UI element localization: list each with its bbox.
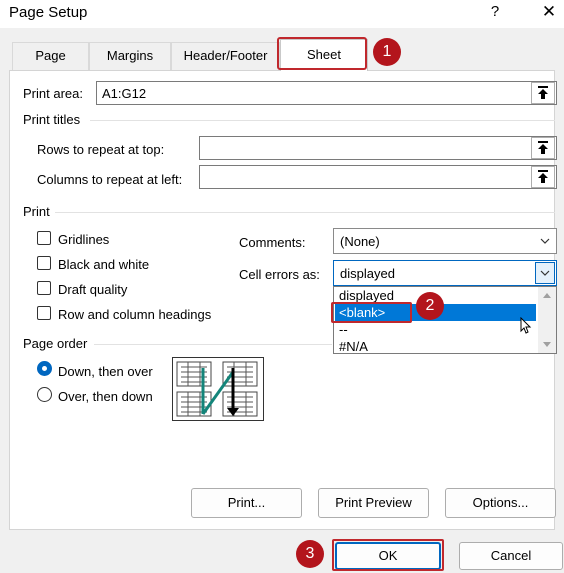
- comments-label: Comments:: [239, 235, 306, 250]
- collapse-button[interactable]: [531, 82, 555, 104]
- collapse-arrow-icon: [538, 141, 548, 154]
- print-area-value: A1:G12: [102, 86, 147, 101]
- draft-quality-label: Draft quality: [58, 282, 128, 297]
- rows-repeat-label: Rows to repeat at top:: [37, 142, 165, 157]
- print-titles-divider: [90, 120, 555, 121]
- page-order-diagram-icon: [176, 361, 258, 417]
- chevron-down-icon[interactable]: [535, 262, 555, 284]
- page-order-divider: [94, 344, 332, 345]
- down-then-over-radio[interactable]: [37, 361, 52, 376]
- rows-collapse-button[interactable]: [531, 137, 555, 159]
- gridlines-label: Gridlines: [58, 232, 110, 247]
- print-divider: [55, 212, 555, 213]
- close-button[interactable]: ✕: [536, 2, 562, 24]
- errors-value: displayed: [340, 266, 395, 281]
- tab-margins[interactable]: Margins: [89, 42, 171, 70]
- cols-repeat-label: Columns to repeat at left:: [37, 172, 183, 187]
- help-button[interactable]: ?: [484, 3, 506, 25]
- gridlines-checkbox[interactable]: [37, 231, 51, 245]
- errors-label: Cell errors as:: [239, 267, 320, 282]
- page-order-preview: [172, 357, 264, 421]
- print-button[interactable]: Print...: [191, 488, 302, 518]
- step-badge-2: 2: [416, 292, 444, 320]
- scroll-down-icon: [543, 342, 551, 347]
- collapse-arrow-icon: [538, 86, 548, 99]
- cols-repeat-input[interactable]: [199, 165, 557, 189]
- headings-label: Row and column headings: [58, 307, 212, 322]
- over-then-down-radio[interactable]: [37, 387, 52, 402]
- headings-checkbox[interactable]: [37, 306, 51, 320]
- print-heading: Print: [23, 204, 50, 219]
- options-button[interactable]: Options...: [445, 488, 556, 518]
- rows-repeat-input[interactable]: [199, 136, 557, 160]
- draft-quality-checkbox[interactable]: [37, 281, 51, 295]
- print-preview-button[interactable]: Print Preview: [318, 488, 429, 518]
- black-white-label: Black and white: [58, 257, 150, 272]
- scroll-up-icon: [543, 293, 551, 298]
- blank-option-highlight: [331, 302, 412, 323]
- comments-value: (None): [340, 234, 380, 249]
- down-then-over-label: Down, then over: [58, 364, 153, 379]
- print-area-label: Print area:: [23, 86, 83, 101]
- chevron-down-icon: [534, 229, 556, 253]
- sheet-tab-highlight: [277, 37, 367, 70]
- ok-button-highlight: [332, 539, 444, 571]
- tab-header-footer[interactable]: Header/Footer: [171, 42, 280, 70]
- over-then-down-label: Over, then down: [58, 389, 153, 404]
- cancel-button[interactable]: Cancel: [459, 542, 563, 570]
- mouse-cursor-icon: [520, 317, 532, 334]
- black-white-checkbox[interactable]: [37, 256, 51, 270]
- comments-select[interactable]: (None): [333, 228, 557, 254]
- window-title: Page Setup: [9, 4, 88, 21]
- step-badge-3: 3: [296, 540, 324, 568]
- dropdown-option[interactable]: --: [335, 321, 536, 338]
- print-area-input[interactable]: A1:G12: [96, 81, 557, 105]
- cols-collapse-button[interactable]: [531, 166, 555, 188]
- page-order-heading: Page order: [23, 336, 88, 351]
- print-titles-heading: Print titles: [23, 112, 81, 127]
- errors-select[interactable]: displayed: [333, 260, 557, 286]
- step-badge-1: 1: [373, 38, 401, 66]
- collapse-arrow-icon: [538, 170, 548, 183]
- tab-page[interactable]: Page: [12, 42, 89, 70]
- dropdown-scrollbar[interactable]: [538, 287, 556, 353]
- dropdown-option[interactable]: #N/A: [335, 338, 536, 355]
